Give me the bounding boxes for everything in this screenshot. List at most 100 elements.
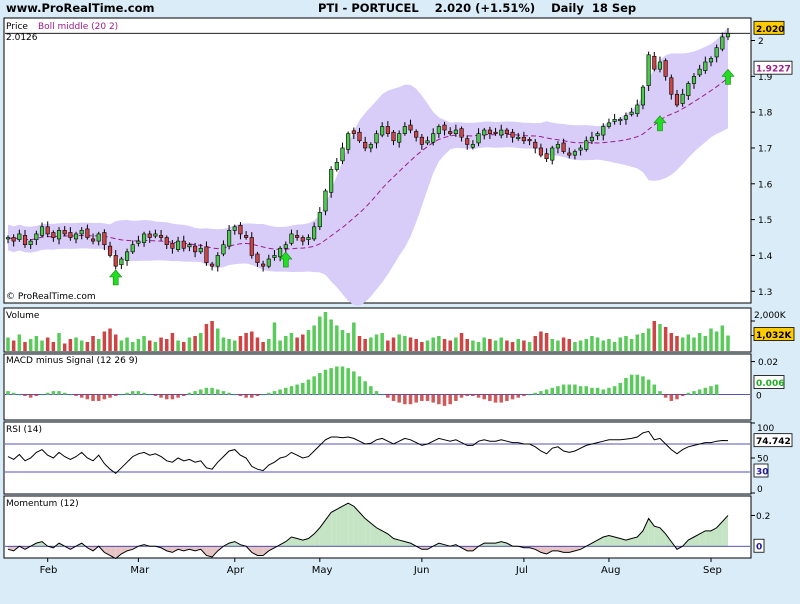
- candle-body: [487, 129, 492, 134]
- month-tick-label: Jun: [413, 565, 430, 576]
- macd-histogram-bar: [391, 394, 396, 401]
- price-tick-label: 1.6: [758, 180, 773, 190]
- volume-bar: [703, 336, 708, 351]
- volume-bar: [335, 325, 339, 351]
- price-tick-label: 1.7: [758, 144, 772, 154]
- volume-bar: [505, 340, 509, 351]
- volume-bar: [533, 336, 538, 351]
- macd-histogram-bar: [539, 391, 543, 395]
- volume-bar: [510, 342, 515, 351]
- month-tick-label: May: [312, 565, 333, 576]
- volume-bar: [164, 339, 169, 351]
- volume-bar: [176, 340, 180, 351]
- volume-bar: [425, 340, 430, 351]
- macd-histogram-bar: [697, 389, 702, 395]
- macd-histogram-bar: [629, 374, 634, 395]
- candle-body: [561, 142, 566, 152]
- candle-body: [34, 233, 39, 240]
- candle-body: [96, 233, 101, 242]
- candle-body: [130, 244, 135, 253]
- volume-bar: [142, 336, 146, 351]
- macd-histogram-bar: [221, 391, 226, 395]
- candle-body: [465, 138, 470, 145]
- candle-body: [159, 235, 164, 238]
- volume-bar: [23, 342, 27, 351]
- candle-body: [589, 136, 594, 142]
- volume-bar: [488, 339, 492, 351]
- macd-histogram-bar: [142, 392, 146, 395]
- macd-histogram-bar: [318, 373, 322, 395]
- candle-body: [142, 233, 147, 243]
- macd-histogram-bar: [176, 394, 180, 398]
- macd-histogram-bar: [91, 394, 95, 401]
- momentum-area: [257, 546, 264, 556]
- volume-bar: [318, 316, 322, 351]
- momentum-zero-badge-text: 0: [756, 543, 762, 553]
- volume-bar: [312, 325, 316, 351]
- macd-histogram-bar: [652, 384, 657, 395]
- volume-bar: [74, 337, 78, 351]
- macd-histogram-bar: [68, 394, 73, 396]
- volume-bar: [147, 340, 152, 351]
- candle-body: [187, 244, 192, 248]
- volume-bar: [278, 340, 282, 351]
- macd-histogram-bar: [567, 384, 572, 395]
- candle-body: [266, 258, 271, 267]
- candle-body: [578, 147, 583, 151]
- month-tick-label: Apr: [227, 565, 245, 576]
- macd-histogram-bar: [431, 394, 435, 403]
- macd-histogram-bar: [692, 391, 696, 395]
- price-panel-title: Price: [6, 22, 28, 32]
- price-tick-label: 1.5: [758, 216, 772, 226]
- volume-bar: [96, 339, 101, 351]
- volume-bar: [578, 340, 583, 351]
- momentum-area: [467, 546, 473, 551]
- candle-body: [572, 151, 577, 156]
- macd-histogram-bar: [408, 394, 413, 405]
- volume-bar: [210, 321, 214, 351]
- volume-bar: [238, 336, 243, 351]
- volume-bar: [34, 336, 39, 351]
- macd-histogram-bar: [113, 394, 118, 397]
- macd-histogram-bar: [618, 382, 623, 395]
- candle-body: [550, 147, 555, 161]
- volume-bar: [85, 342, 90, 351]
- volume-panel-title: Volume: [6, 311, 40, 321]
- macd-histogram-bar: [590, 387, 594, 395]
- macd-histogram-bar: [335, 366, 339, 395]
- price-tick-label: 1.3: [758, 288, 772, 298]
- candle-body: [680, 93, 685, 104]
- candle-body: [85, 228, 90, 238]
- volume-bar: [187, 337, 192, 351]
- macd-histogram-bar: [556, 386, 560, 395]
- macd-histogram-bar: [244, 394, 248, 398]
- candle-body: [351, 130, 356, 134]
- candle-body: [107, 245, 113, 256]
- volume-bar: [40, 340, 44, 351]
- volume-bar: [635, 334, 640, 351]
- volume-bar: [136, 339, 141, 351]
- month-tick-label: Aug: [601, 565, 621, 576]
- candle-body: [584, 140, 589, 150]
- candle-body: [408, 124, 413, 131]
- macd-histogram-bar: [136, 391, 141, 395]
- candle-body: [459, 128, 464, 138]
- momentum-panel-title: Momentum (12): [6, 499, 79, 509]
- volume-bar: [198, 333, 203, 351]
- candle-body: [725, 33, 731, 38]
- macd-histogram-bar: [255, 394, 260, 397]
- candle-body: [363, 141, 368, 149]
- volume-bar: [516, 339, 520, 351]
- candle-body: [538, 147, 543, 156]
- candle-body: [102, 232, 107, 245]
- last-price-badge-text: 2.020: [756, 25, 784, 35]
- volume-bar: [91, 336, 95, 351]
- candle-body: [147, 233, 152, 238]
- price-tick-label: 1.4: [758, 252, 773, 262]
- macd-histogram-bar: [714, 384, 719, 395]
- candle-body: [629, 111, 634, 115]
- volume-bar: [669, 333, 674, 351]
- macd-histogram-bar: [493, 394, 498, 403]
- candle-body: [703, 61, 708, 71]
- macd-histogram-bar: [403, 394, 407, 405]
